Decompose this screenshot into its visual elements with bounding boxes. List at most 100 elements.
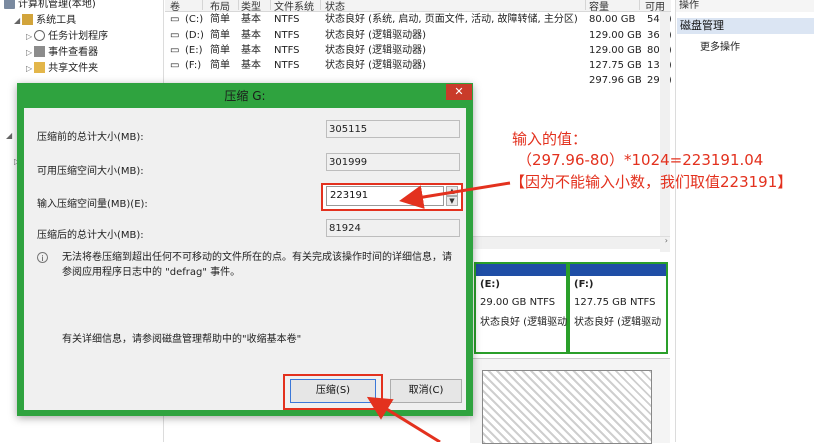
volume-layout: 简单 bbox=[210, 30, 230, 41]
clock-icon bbox=[34, 30, 46, 41]
volume-type: 基本 bbox=[241, 60, 261, 71]
shrink-amount-input[interactable]: 223191 bbox=[326, 186, 444, 206]
tools-icon bbox=[22, 14, 34, 25]
volume-type: 基本 bbox=[241, 30, 261, 41]
column-header-capacity[interactable]: 容量 bbox=[589, 0, 640, 13]
drive-icon: ▭ bbox=[170, 60, 180, 71]
tree-item-label: 事件查看器 bbox=[48, 47, 99, 58]
drive-icon: ▭ bbox=[170, 14, 180, 25]
table-row[interactable]: ▭ (C:) 简单 基本 NTFS 状态良好 (系统, 启动, 页面文件, 活动… bbox=[165, 12, 671, 27]
partition-name: (E:) bbox=[480, 279, 500, 290]
collapse-icon[interactable]: ▷ bbox=[26, 64, 32, 73]
volume-status: 状态良好 (逻辑驱动器) bbox=[325, 60, 426, 71]
volume-list-header: 卷 布局 类型 文件系统 状态 容量 可用 bbox=[165, 0, 671, 13]
annotation-line-3: 【因为不能输入小数，我们取值223191】 bbox=[510, 173, 793, 191]
volume-filesystem: NTFS bbox=[274, 45, 300, 56]
column-header-free[interactable]: 可用 bbox=[645, 0, 671, 13]
table-row[interactable]: ▭ (E:) 简单 基本 NTFS 状态良好 (逻辑驱动器) 129.00 GB… bbox=[165, 43, 671, 58]
partition-name: (F:) bbox=[574, 279, 594, 290]
tree-item-shared-folders[interactable]: ▷ 共享文件夹 bbox=[26, 61, 98, 77]
actions-pane bbox=[675, 0, 814, 442]
spin-up-icon[interactable]: ▲ bbox=[446, 186, 458, 196]
partition-status: 状态良好 (逻辑驱动 bbox=[574, 317, 662, 328]
actions-pane-title: 操作 bbox=[676, 0, 814, 12]
tree-item-label: 系统工具 bbox=[36, 15, 77, 26]
expand-icon[interactable]: ◢ bbox=[14, 16, 20, 25]
volume-status: 状态良好 (逻辑驱动器) bbox=[325, 30, 426, 41]
disk-map: (E:) 29.00 GB NTFS 状态良好 (逻辑驱动 (F:) 127.7… bbox=[470, 262, 670, 354]
drive-icon: ▭ bbox=[170, 30, 180, 41]
unallocated-region[interactable] bbox=[482, 370, 652, 444]
column-header-volume[interactable]: 卷 bbox=[170, 0, 203, 13]
horizontal-scrollbar[interactable]: › bbox=[470, 236, 670, 249]
volume-capacity: 129.00 GB bbox=[589, 30, 642, 41]
volume-layout: 简单 bbox=[210, 45, 230, 56]
partition-size: 127.75 GB NTFS bbox=[574, 297, 656, 308]
partition-bar bbox=[476, 264, 566, 276]
volume-name: (D:) bbox=[185, 30, 204, 41]
vertical-scrollbar[interactable] bbox=[660, 12, 670, 252]
computer-icon bbox=[4, 0, 15, 9]
table-row[interactable]: ▭ (D:) 简单 基本 NTFS 状态良好 (逻辑驱动器) 129.00 GB… bbox=[165, 28, 671, 43]
available-shrink-value: 301999 bbox=[326, 153, 460, 171]
partition-status: 状态良好 (逻辑驱动 bbox=[480, 317, 568, 328]
partition-e[interactable]: (E:) 29.00 GB NTFS 状态良好 (逻辑驱动 bbox=[474, 262, 568, 354]
spin-down-icon[interactable]: ▼ bbox=[446, 196, 458, 206]
column-header-type[interactable]: 类型 bbox=[241, 0, 271, 13]
partition-size: 29.00 GB NTFS bbox=[480, 297, 556, 308]
volume-filesystem: NTFS bbox=[274, 14, 300, 25]
help-message: 有关详细信息，请参阅磁盘管理帮助中的"收缩基本卷" bbox=[62, 334, 302, 345]
info-icon: i bbox=[37, 252, 48, 263]
volume-layout: 简单 bbox=[210, 60, 230, 71]
info-message: 无法将卷压缩到超出任何不可移动的文件所在的点。有关完成该操作时间的详细信息，请参… bbox=[62, 252, 452, 278]
volume-capacity: 297.96 GB bbox=[589, 75, 642, 86]
annotation-line-1: 输入的值： bbox=[512, 130, 588, 148]
tree-item-task-scheduler[interactable]: ▷ 任务计划程序 bbox=[26, 29, 108, 45]
tree-caret-storage[interactable]: ◢ bbox=[6, 128, 14, 144]
event-log-icon bbox=[34, 46, 46, 57]
collapse-icon[interactable]: ▷ bbox=[26, 32, 32, 41]
column-header-status[interactable]: 状态 bbox=[325, 0, 586, 13]
folder-icon bbox=[34, 62, 46, 73]
volume-filesystem: NTFS bbox=[274, 30, 300, 41]
tree-item-event-viewer[interactable]: ▷ 事件查看器 bbox=[26, 45, 98, 61]
volume-status: 状态良好 (系统, 启动, 页面文件, 活动, 故障转储, 主分区) bbox=[325, 14, 578, 25]
close-icon[interactable]: ✕ bbox=[446, 84, 472, 100]
partition-bar bbox=[570, 264, 666, 276]
partition-f[interactable]: (F:) 127.75 GB NTFS 状态良好 (逻辑驱动 bbox=[568, 262, 668, 354]
dialog-title: 压缩 G: bbox=[224, 89, 266, 103]
size-before-label: 压缩前的总计大小(MB): bbox=[37, 132, 144, 143]
tree-root-label: 计算机管理(本地) bbox=[18, 0, 96, 10]
column-header-layout[interactable]: 布局 bbox=[210, 0, 239, 13]
tree-item-system-tools[interactable]: ◢ 系统工具 bbox=[14, 13, 76, 29]
volume-capacity: 80.00 GB bbox=[589, 14, 636, 25]
available-shrink-label: 可用压缩空间大小(MB): bbox=[37, 166, 144, 177]
annotation-line-2: （297.96-80）*1024=223191.04 bbox=[517, 151, 764, 169]
expand-icon[interactable]: ◢ bbox=[6, 131, 12, 140]
more-actions-link[interactable]: 更多操作 bbox=[700, 38, 740, 53]
tree-item-label: 任务计划程序 bbox=[48, 31, 109, 42]
cancel-button[interactable]: 取消(C) bbox=[390, 379, 462, 403]
volume-name: (F:) bbox=[185, 60, 202, 71]
volume-layout: 简单 bbox=[210, 14, 230, 25]
size-after-label: 压缩后的总计大小(MB): bbox=[37, 230, 144, 241]
scroll-right-icon[interactable]: › bbox=[665, 236, 668, 245]
volume-capacity: 127.75 GB bbox=[589, 60, 642, 71]
table-row[interactable]: ▭ (F:) 简单 基本 NTFS 状态良好 (逻辑驱动器) 127.75 GB… bbox=[165, 58, 671, 73]
tree-root[interactable]: 计算机管理(本地) bbox=[4, 0, 96, 13]
volume-name: (C:) bbox=[185, 14, 204, 25]
drive-icon: ▭ bbox=[170, 45, 180, 56]
collapse-icon[interactable]: ▷ bbox=[26, 48, 32, 57]
tree-item-label: 共享文件夹 bbox=[48, 63, 99, 74]
shrink-button[interactable]: 压缩(S) bbox=[290, 379, 376, 403]
volume-type: 基本 bbox=[241, 14, 261, 25]
volume-filesystem: NTFS bbox=[274, 60, 300, 71]
volume-type: 基本 bbox=[241, 45, 261, 56]
size-after-value: 81924 bbox=[326, 219, 460, 237]
volume-name: (E:) bbox=[185, 45, 203, 56]
size-before-value: 305115 bbox=[326, 120, 460, 138]
shrink-amount-label: 输入压缩空间量(MB)(E): bbox=[37, 199, 148, 210]
actions-section-disk-management[interactable]: 磁盘管理 bbox=[677, 18, 814, 34]
column-header-filesystem[interactable]: 文件系统 bbox=[274, 0, 321, 13]
volume-status: 状态良好 (逻辑驱动器) bbox=[325, 45, 426, 56]
